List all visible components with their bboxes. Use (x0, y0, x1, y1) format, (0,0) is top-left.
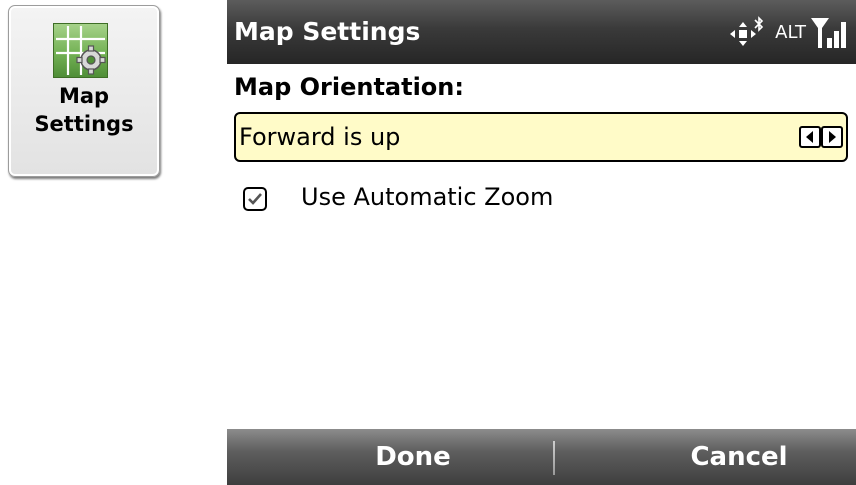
auto-zoom-checkbox[interactable] (243, 187, 267, 211)
done-button[interactable]: Done (313, 439, 513, 475)
arrow-left-icon (806, 131, 813, 143)
softkey-divider (553, 441, 555, 475)
auto-zoom-label: Use Automatic Zoom (301, 183, 554, 211)
checkmark-icon (248, 193, 262, 205)
previous-option-button[interactable] (799, 126, 821, 148)
arrow-right-icon (829, 131, 836, 143)
launcher-label-line2: Settings (34, 112, 134, 136)
launcher-label-line1: Map (58, 84, 110, 108)
map-orientation-value: Forward is up (239, 123, 401, 151)
map-orientation-select[interactable]: Forward is up (234, 112, 848, 162)
next-option-button[interactable] (821, 126, 843, 148)
data-connection-icon (730, 22, 756, 46)
map-orientation-label: Map Orientation: (234, 73, 464, 101)
window-title: Map Settings (234, 17, 421, 46)
map-settings-screen: Map Settings ALT Map Orientation: Forwar… (227, 0, 856, 485)
cancel-button[interactable]: Cancel (639, 439, 839, 475)
alt-indicator: ALT (775, 22, 806, 43)
bluetooth-icon (754, 16, 764, 32)
status-area: ALT (730, 16, 848, 50)
launcher-label: Map Settings (9, 82, 159, 138)
signal-strength-icon (811, 18, 846, 48)
title-bar: Map Settings ALT (227, 0, 856, 64)
map-settings-icon (53, 23, 108, 78)
map-settings-launcher-tile[interactable]: Map Settings (8, 5, 160, 177)
softkey-bar: Done Cancel (227, 429, 856, 485)
